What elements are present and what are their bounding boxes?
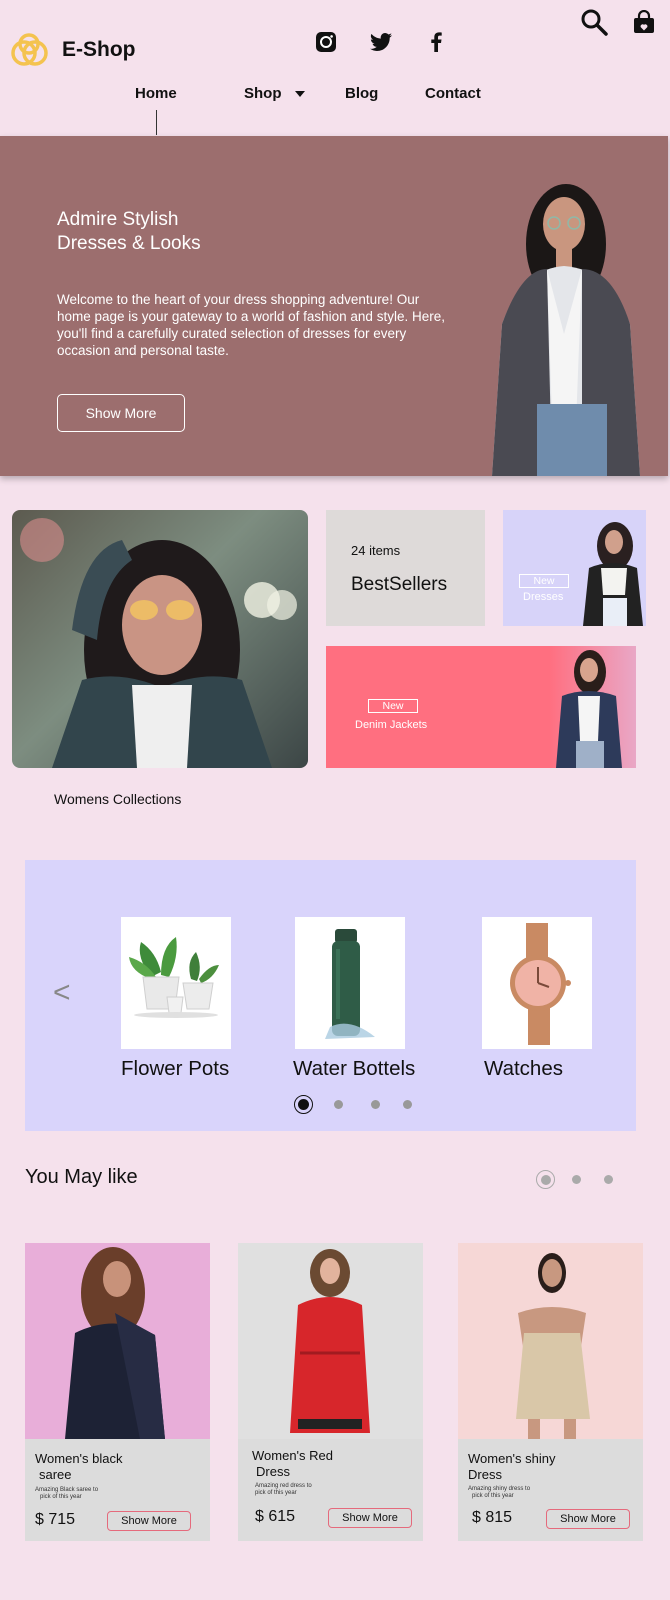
product-description-line-1: Amazing shiny dress to <box>468 1486 531 1492</box>
new-badge: New <box>519 574 569 588</box>
bestsellers-count: 24 items <box>351 543 401 558</box>
product-image <box>238 1243 423 1439</box>
product-name: Women's Red Dress <box>252 1448 333 1480</box>
product-show-more-button[interactable]: Show More <box>546 1509 630 1529</box>
product-name-line-2: Dress <box>256 1464 290 1479</box>
nav-contact[interactable]: Contact <box>425 85 481 102</box>
product-card[interactable]: Women's shiny Dress Amazing shiny dress … <box>458 1243 643 1541</box>
product-description: Amazing red dress to pick of this year <box>255 1483 312 1497</box>
carousel-dot[interactable] <box>403 1100 412 1109</box>
product-description-line-2: pick of this year <box>472 1493 514 1499</box>
product-name-line-1: Women's Red <box>252 1448 333 1463</box>
product-image <box>458 1243 643 1439</box>
product-name-line-1: Women's black <box>35 1451 123 1466</box>
womens-collection-image[interactable] <box>12 510 308 768</box>
shopping-bag-icon[interactable] <box>633 10 655 34</box>
hero-banner: Admire Stylish Dresses & Looks Welcome t… <box>0 136 668 476</box>
product-description: Amazing Black saree to pick of this year <box>35 1487 98 1501</box>
you-may-like-title: You May like <box>25 1166 138 1188</box>
flower-pots-label[interactable]: Flower Pots <box>121 1057 229 1081</box>
hero-show-more-button[interactable]: Show More <box>57 394 185 432</box>
product-name: Women's black saree <box>35 1451 123 1483</box>
bestsellers-title: BestSellers <box>351 574 448 595</box>
product-card[interactable]: Women's black saree Amazing Black saree … <box>25 1243 210 1541</box>
nav-home[interactable]: Home <box>135 85 177 102</box>
recommendation-dot-active[interactable] <box>536 1170 555 1189</box>
bestsellers-card[interactable]: 24 items BestSellers <box>326 510 485 626</box>
product-image <box>25 1243 210 1439</box>
womens-collections-label: Womens Collections <box>54 791 182 807</box>
carousel-dot[interactable] <box>371 1100 380 1109</box>
shiny-dress-model-image <box>516 1253 590 1439</box>
hero-model-image <box>492 184 640 476</box>
product-info: Women's shiny Dress Amazing shiny dress … <box>458 1439 643 1541</box>
new-badge: New <box>368 699 418 713</box>
nav-shop-label: Shop <box>244 85 282 102</box>
carousel-dot-active[interactable] <box>294 1095 313 1114</box>
product-description-line-2: pick of this year <box>255 1490 297 1496</box>
chevron-left-icon[interactable]: < <box>53 978 71 1008</box>
watch-icon <box>510 923 571 1045</box>
product-description-line-2: pick of this year <box>40 1494 82 1500</box>
chevron-down-icon <box>294 91 305 98</box>
watches-label[interactable]: Watches <box>484 1057 563 1081</box>
new-denim-jackets-card[interactable]: New Denim Jackets <box>326 646 636 768</box>
brand-name[interactable]: E-Shop <box>62 38 136 62</box>
red-dress-model-image <box>290 1249 370 1433</box>
product-name-line-1: Women's shiny <box>468 1451 556 1466</box>
facebook-icon[interactable] <box>424 30 448 54</box>
product-price: $ 615 <box>255 1508 296 1525</box>
product-info: Women's Red Dress Amazing red dress to p… <box>238 1439 423 1541</box>
product-info: Women's black saree Amazing Black saree … <box>25 1439 210 1541</box>
denim-model-image <box>556 650 622 768</box>
product-name: Women's shiny Dress <box>468 1451 556 1483</box>
product-card[interactable]: Women's Red Dress Amazing red dress to p… <box>238 1243 423 1541</box>
dresses-label: Dresses <box>523 591 564 603</box>
product-price: $ 815 <box>472 1509 513 1526</box>
product-description: Amazing shiny dress to pick of this year <box>468 1486 530 1500</box>
hero-title: Admire Stylish Dresses & Looks <box>57 208 357 256</box>
hero-title-line-1: Admire Stylish <box>57 209 179 230</box>
product-show-more-button[interactable]: Show More <box>328 1508 412 1528</box>
product-name-line-2: Dress <box>468 1467 502 1482</box>
new-dresses-card[interactable]: New Dresses <box>503 510 646 626</box>
active-nav-indicator <box>156 110 157 135</box>
product-name-line-2: saree <box>39 1467 72 1482</box>
category-carousel: < Flower Pots Water Bottels Watches <box>25 860 636 1131</box>
dresses-model-image <box>583 522 643 626</box>
watches-thumbnail[interactable] <box>482 917 592 1049</box>
product-price: $ 715 <box>35 1511 76 1528</box>
nav-blog[interactable]: Blog <box>345 85 378 102</box>
product-description-line-1: Amazing Black saree to <box>35 1487 99 1493</box>
nav-shop[interactable]: Shop <box>244 85 306 102</box>
flower-pot-icon <box>129 937 219 1018</box>
carousel-dot[interactable] <box>334 1100 343 1109</box>
saree-model-image <box>65 1247 165 1439</box>
hero-title-line-2: Dresses & Looks <box>57 233 201 254</box>
recommendation-dot[interactable] <box>572 1175 581 1184</box>
instagram-icon[interactable] <box>314 30 338 54</box>
flower-pots-thumbnail[interactable] <box>121 917 231 1049</box>
collection-model-image <box>20 518 297 768</box>
product-description-line-1: Amazing red dress to <box>255 1483 312 1489</box>
search-icon[interactable] <box>580 8 608 36</box>
denim-jackets-label: Denim Jackets <box>355 719 428 731</box>
interlocking-rings-logo-icon[interactable] <box>8 30 50 72</box>
water-bottle-icon <box>325 929 375 1039</box>
water-bottles-label[interactable]: Water Bottels <box>293 1057 415 1081</box>
hero-description: Welcome to the heart of your dress shopp… <box>57 292 445 358</box>
twitter-icon[interactable] <box>369 30 393 54</box>
product-show-more-button[interactable]: Show More <box>107 1511 191 1531</box>
recommendation-dot[interactable] <box>604 1175 613 1184</box>
water-bottles-thumbnail[interactable] <box>295 917 405 1049</box>
